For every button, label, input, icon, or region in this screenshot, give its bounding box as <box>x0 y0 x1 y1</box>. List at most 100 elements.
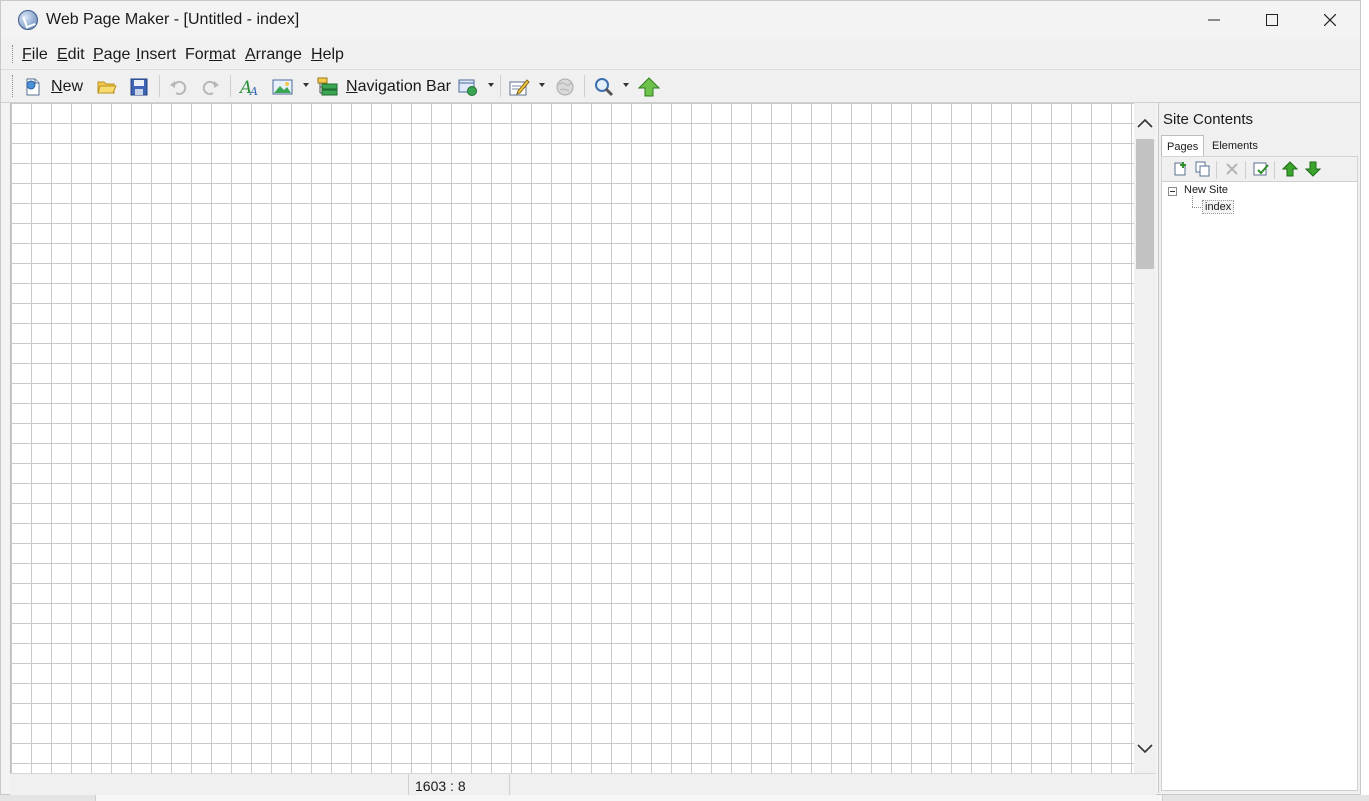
add-page-icon[interactable] <box>1173 161 1189 177</box>
menu-arrange-label: rrange <box>255 46 302 63</box>
collapse-toggle[interactable] <box>1168 187 1177 196</box>
maximize-button[interactable] <box>1243 1 1301 39</box>
insert-image-button[interactable] <box>272 76 294 98</box>
scroll-down-button[interactable] <box>1137 741 1153 757</box>
publish-button[interactable] <box>638 76 660 98</box>
canvas-vertical-scrollbar[interactable] <box>1134 103 1156 773</box>
scrollbar-thumb[interactable] <box>1136 139 1154 269</box>
menu-page[interactable]: Page <box>93 46 130 64</box>
insert-object-dropdown-arrow[interactable] <box>488 83 494 87</box>
site-contents-panel: Site Contents Pages Elements New Site in… <box>1158 103 1360 793</box>
navigation-bar-button[interactable]: Navigation Bar <box>317 76 451 98</box>
menu-format-mnemonic: m <box>209 46 223 63</box>
preview-button[interactable] <box>554 76 576 98</box>
cursor-coordinates: 1603 : 8 <box>415 778 466 794</box>
panel-toolbar-separator <box>1274 161 1275 179</box>
zoom-button[interactable] <box>593 76 615 98</box>
close-icon <box>1324 14 1336 26</box>
toolbar-grip[interactable] <box>12 75 16 97</box>
panel-toolbar-separator <box>1216 161 1217 179</box>
edit-dropdown-arrow[interactable] <box>539 83 545 87</box>
app-logo-icon[interactable] <box>18 10 38 30</box>
window-title: Web Page Maker - [Untitled - index] <box>46 11 300 28</box>
panel-title: Site Contents <box>1163 111 1254 128</box>
new-button[interactable]: New <box>23 76 83 98</box>
zoom-icon <box>595 78 614 97</box>
background-window-edge <box>95 795 1163 801</box>
navigation-bar-mnemonic: N <box>346 78 358 95</box>
new-page-icon <box>26 78 40 96</box>
menu-format-label-start: For <box>185 46 209 63</box>
move-down-icon[interactable] <box>1305 161 1321 177</box>
redo-button[interactable] <box>201 76 221 98</box>
publish-icon <box>638 77 660 97</box>
tree-connector <box>1192 207 1201 208</box>
menu-bar: File Edit Page Insert Format Arrange Hel… <box>1 39 1360 70</box>
pages-toolbar <box>1161 156 1358 182</box>
menubar-grip[interactable] <box>12 45 16 63</box>
scroll-up-button[interactable] <box>1137 115 1153 131</box>
maximize-icon <box>1266 14 1278 26</box>
save-icon <box>130 78 148 96</box>
menu-page-label: age <box>103 46 131 63</box>
new-button-mnemonic: N <box>51 78 63 95</box>
toolbar-separator <box>500 75 501 97</box>
close-button[interactable] <box>1301 1 1359 39</box>
tree-node-index[interactable]: index <box>1202 200 1235 214</box>
status-bar: 1603 : 8 <box>10 773 1156 795</box>
toolbar-separator <box>584 75 585 97</box>
open-button[interactable] <box>96 76 118 98</box>
zoom-dropdown-arrow[interactable] <box>623 83 629 87</box>
navigation-bar-label-rest: avigation Bar <box>357 78 451 95</box>
menu-help-mnemonic: H <box>311 46 323 63</box>
minimize-button[interactable] <box>1185 1 1243 39</box>
navigation-bar-icon <box>317 77 338 96</box>
main-toolbar: New A A Navigation Bar <box>1 70 1360 103</box>
design-canvas[interactable] <box>10 103 1134 773</box>
menu-edit[interactable]: Edit <box>57 46 85 64</box>
title-bar: Web Page Maker - [Untitled - index] <box>1 1 1360 39</box>
image-dropdown-arrow[interactable] <box>303 83 309 87</box>
page-properties-icon[interactable] <box>1253 161 1269 177</box>
undo-icon <box>170 80 187 95</box>
menu-format-label-end: at <box>222 46 236 63</box>
delete-page-icon[interactable] <box>1224 161 1240 177</box>
menu-file-label: ile <box>31 46 48 63</box>
menu-help[interactable]: Help <box>311 46 344 64</box>
minimize-icon <box>1208 19 1220 21</box>
new-button-label-rest: ew <box>62 78 84 95</box>
move-up-icon[interactable] <box>1282 161 1298 177</box>
edit-icon <box>509 79 530 96</box>
tree-node-new-site[interactable]: New Site <box>1184 184 1228 196</box>
panel-toolbar-separator <box>1245 161 1246 179</box>
menu-page-mnemonic: P <box>93 46 104 63</box>
site-tree: New Site index <box>1161 181 1358 791</box>
tab-pages[interactable]: Pages <box>1161 135 1205 157</box>
save-button[interactable] <box>129 76 149 98</box>
new-button-label: New <box>51 78 83 96</box>
duplicate-page-icon[interactable] <box>1195 161 1211 177</box>
navigation-bar-label: Navigation Bar <box>346 78 451 96</box>
insert-text-button[interactable]: A A <box>239 76 261 98</box>
chevron-down-icon <box>1137 744 1153 754</box>
insert-object-button[interactable] <box>457 76 481 98</box>
image-icon <box>272 79 293 95</box>
menu-format[interactable]: Format <box>185 46 236 64</box>
menu-insert-label: nsert <box>140 46 177 63</box>
preview-icon <box>556 78 574 96</box>
menu-insert[interactable]: Insert <box>136 46 176 64</box>
menu-arrange[interactable]: Arrange <box>245 46 302 64</box>
toolbar-separator <box>230 75 231 97</box>
menu-file[interactable]: File <box>22 46 48 64</box>
edit-button[interactable] <box>508 76 530 98</box>
menu-file-mnemonic: F <box>22 46 32 63</box>
tree-connector <box>1192 196 1193 207</box>
text-icon: A A <box>239 78 258 97</box>
insert-object-icon <box>458 79 477 96</box>
undo-button[interactable] <box>168 76 188 98</box>
svg-text:A: A <box>249 85 258 97</box>
menu-arrange-mnemonic: A <box>245 46 256 63</box>
redo-icon <box>202 80 219 95</box>
tab-elements[interactable]: Elements <box>1207 135 1263 156</box>
app-window: Web Page Maker - [Untitled - index] File… <box>0 0 1361 795</box>
